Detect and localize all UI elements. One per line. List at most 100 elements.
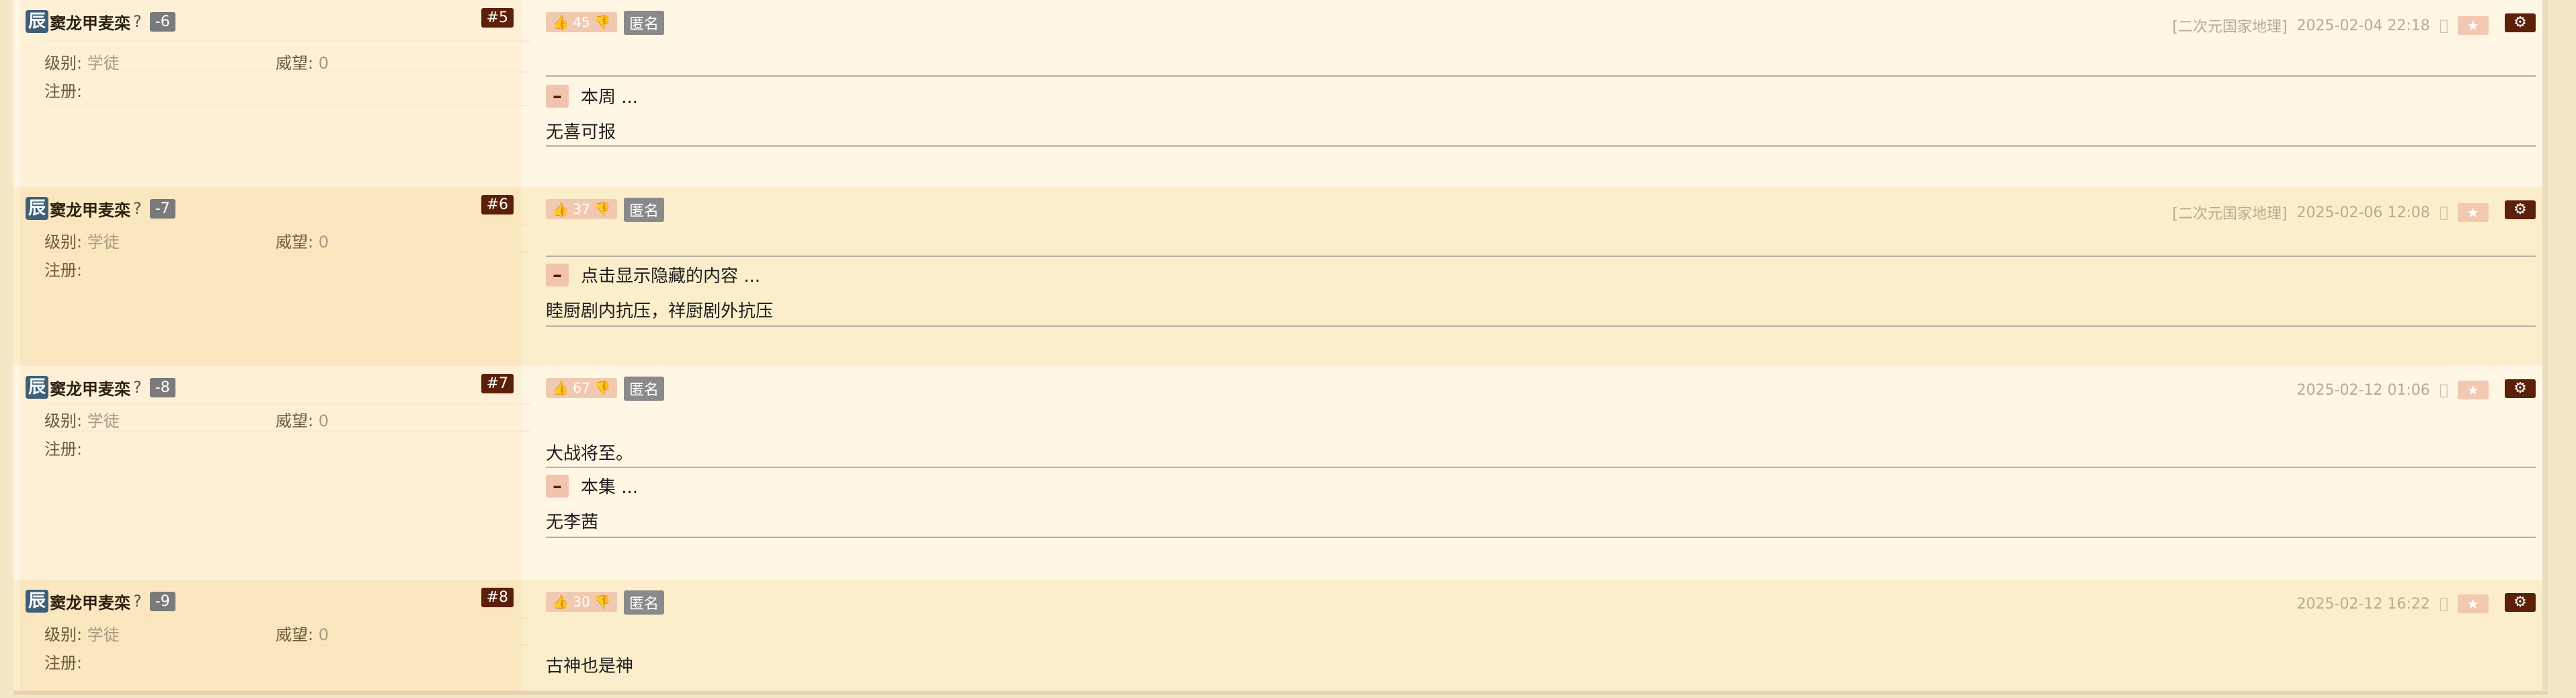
gear-icon[interactable]: ⚙ (2505, 13, 2536, 32)
divider (44, 403, 530, 405)
post-content: 👍 67 👎 匿名 2025-02-12 01:06  ★ ⚙ 大战将至。 –… (531, 366, 2542, 580)
username[interactable]: 窦龙甲麦栾 (50, 10, 130, 34)
thumbs-up-icon[interactable]: 👍 (552, 380, 569, 396)
reg-label: 注册: (44, 654, 83, 672)
gear-icon[interactable]: ⚙ (2505, 379, 2536, 398)
apple-icon:  (2440, 382, 2448, 399)
divider (44, 617, 530, 619)
post-text: 睦厨剧内抗压，祥厨剧外抗压 (546, 301, 774, 321)
vote-buttons[interactable]: 👍 67 👎 (546, 378, 617, 398)
post-content: 👍 30 👎 匿名 2025-02-12 16:22  ★ ⚙ 古神也是神 (531, 580, 2542, 691)
post-text: 无喜可报 (546, 122, 616, 143)
level-value: 学徒 (87, 54, 120, 73)
avatar[interactable]: 辰 (26, 376, 48, 399)
thumbs-down-icon[interactable]: 👎 (594, 14, 611, 30)
apple-icon:  (2440, 204, 2448, 221)
vote-buttons[interactable]: 👍 45 👎 (546, 12, 617, 32)
collapse-toggle[interactable]: – 本集 ... (546, 473, 638, 498)
collapse-label[interactable]: 点击显示隐藏的内容 ... (581, 262, 760, 287)
post-5: 辰 窦龙甲麦栾 ? -6 #5 级别: 学徒 威望: 0 注册: 👍 45 👎 … (13, 0, 2542, 187)
post-8: 辰 窦龙甲麦栾 ? -9 #8 级别: 学徒 威望: 0 注册: 👍 30 👎 … (13, 580, 2542, 691)
avatar[interactable]: 辰 (26, 10, 48, 33)
star-icon[interactable]: ★ (2458, 594, 2489, 613)
level-row: 级别: 学徒 (44, 229, 120, 252)
reg-label: 注册: (44, 82, 83, 101)
user-score-badge: -6 (149, 11, 175, 32)
username[interactable]: 窦龙甲麦栾 (50, 590, 130, 613)
star-icon[interactable]: ★ (2458, 16, 2489, 35)
thumbs-up-icon[interactable]: 👍 (552, 594, 569, 610)
rep-row: 威望: 0 (276, 621, 329, 645)
collapse-toggle[interactable]: – 点击显示隐藏的内容 ... (546, 262, 760, 287)
post-meta: 2025-02-12 16:22  ★ (2297, 594, 2489, 613)
quote-bottom-line (546, 537, 2536, 538)
board-name[interactable]: [二次元国家地理] (2172, 15, 2287, 36)
post-time: 2025-02-12 16:22 (2296, 595, 2430, 613)
rep-row: 威望: 0 (276, 50, 329, 73)
username[interactable]: 窦龙甲麦栾 (50, 376, 130, 399)
collapse-toggle[interactable]: – 本周 ... (546, 83, 638, 108)
level-value: 学徒 (87, 412, 120, 430)
minus-icon[interactable]: – (546, 84, 569, 108)
post-meta: [二次元国家地理] 2025-02-06 12:08  ★ (2172, 202, 2489, 223)
user-suffix: ? (133, 592, 142, 611)
vote-count: 37 (573, 201, 590, 217)
star-icon[interactable]: ★ (2458, 381, 2489, 399)
anonymous-badge: 匿名 (624, 11, 665, 35)
vote-buttons[interactable]: 👍 30 👎 (546, 592, 617, 612)
apple-icon:  (2440, 17, 2448, 34)
divider (44, 251, 530, 253)
post-content: 👍 45 👎 匿名 [二次元国家地理] 2025-02-04 22:18  ★… (531, 0, 2542, 187)
gear-icon[interactable]: ⚙ (2505, 200, 2536, 219)
gear-icon[interactable]: ⚙ (2505, 593, 2536, 612)
star-icon[interactable]: ★ (2458, 203, 2489, 222)
vote-buttons[interactable]: 👍 37 👎 (546, 199, 617, 219)
user-panel: 辰 窦龙甲麦栾 ? -7 #6 级别: 学徒 威望: 0 注册: (20, 187, 530, 366)
board-name[interactable]: [二次元国家地理] (2172, 202, 2287, 223)
post-6: 辰 窦龙甲麦栾 ? -7 #6 级别: 学徒 威望: 0 注册: 👍 37 👎 … (13, 187, 2542, 366)
username[interactable]: 窦龙甲麦栾 (50, 197, 130, 221)
floor-number[interactable]: #7 (481, 374, 514, 393)
quote-top-line (546, 467, 2536, 468)
thumbs-down-icon[interactable]: 👎 (594, 201, 611, 217)
floor-number[interactable]: #8 (481, 588, 514, 607)
thumbs-down-icon[interactable]: 👎 (594, 594, 611, 610)
user-suffix: ? (133, 378, 142, 397)
collapse-label[interactable]: 本集 ... (581, 473, 638, 498)
floor-number[interactable]: #5 (481, 8, 514, 28)
avatar[interactable]: 辰 (26, 590, 48, 613)
post-meta: [二次元国家地理] 2025-02-04 22:18  ★ (2172, 15, 2489, 36)
divider (44, 225, 530, 226)
rep-value: 0 (318, 625, 329, 644)
post-text-top: 大战将至。 (546, 444, 634, 464)
post-time: 2025-02-12 01:06 (2296, 381, 2430, 399)
minus-icon[interactable]: – (546, 474, 569, 498)
user-suffix: ? (133, 12, 142, 31)
divider (44, 644, 530, 646)
thumbs-up-icon[interactable]: 👍 (552, 201, 569, 217)
vote-count: 45 (573, 14, 590, 30)
user-suffix: ? (133, 199, 142, 218)
user-score-badge: -7 (149, 198, 175, 219)
thumbs-up-icon[interactable]: 👍 (552, 14, 569, 30)
avatar[interactable]: 辰 (26, 197, 48, 220)
apple-icon:  (2440, 596, 2448, 613)
rep-value: 0 (318, 54, 329, 73)
user-score-badge: -8 (149, 377, 175, 397)
reg-row: 注册: (44, 257, 82, 280)
reply-list: 辰 窦龙甲麦栾 ? -6 #5 级别: 学徒 威望: 0 注册: 👍 45 👎 … (13, 0, 2548, 695)
minus-icon[interactable]: – (546, 263, 569, 286)
rep-row: 威望: 0 (276, 229, 329, 252)
user-panel: 辰 窦龙甲麦栾 ? -9 #8 级别: 学徒 威望: 0 注册: (20, 580, 530, 691)
vote-count: 30 (573, 594, 590, 610)
thumbs-down-icon[interactable]: 👎 (594, 380, 611, 396)
reg-row: 注册: (44, 78, 82, 102)
level-row: 级别: 学徒 (44, 50, 120, 73)
rep-value: 0 (318, 412, 329, 430)
post-content: 👍 37 👎 匿名 [二次元国家地理] 2025-02-06 12:08  ★… (531, 187, 2542, 366)
collapse-label[interactable]: 本周 ... (581, 83, 638, 108)
floor-number[interactable]: #6 (481, 195, 514, 215)
reg-row: 注册: (44, 650, 82, 673)
rep-label: 威望: (276, 625, 314, 644)
user-score-badge: -9 (149, 591, 175, 611)
